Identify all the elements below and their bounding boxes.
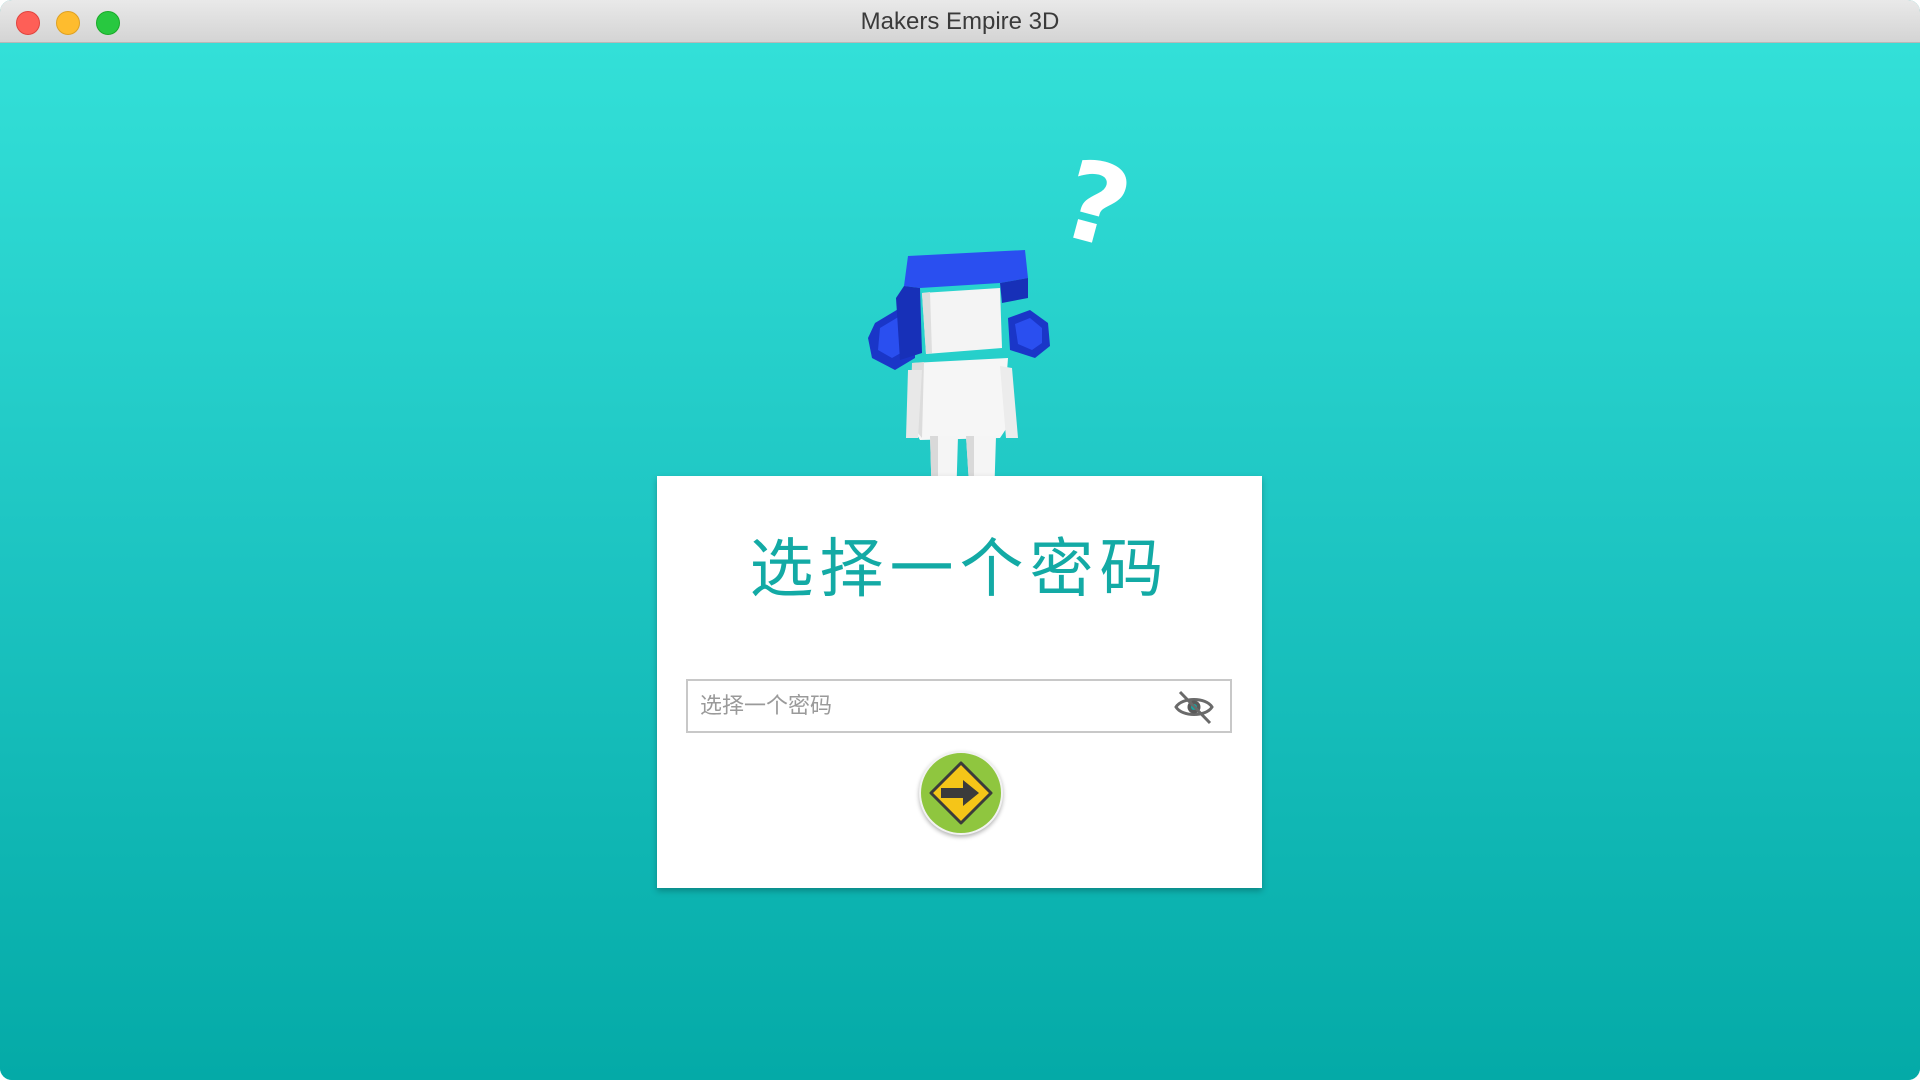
arrow-right-sign-icon bbox=[929, 761, 993, 825]
eye-slash-icon[interactable] bbox=[1172, 688, 1216, 726]
main-content: ? 选择一个密码 bbox=[0, 43, 1920, 1080]
password-input[interactable] bbox=[700, 681, 1140, 731]
password-field-wrapper bbox=[686, 679, 1232, 733]
password-card: 选择一个密码 bbox=[657, 476, 1262, 888]
confused-avatar-illustration: ? bbox=[868, 138, 1130, 503]
window-title: Makers Empire 3D bbox=[860, 8, 1060, 35]
card-heading: 选择一个密码 bbox=[749, 533, 1170, 607]
next-button[interactable] bbox=[919, 751, 1003, 835]
title-bar: Makers Empire 3D bbox=[0, 0, 1920, 43]
app-window: Makers Empire 3D ? 选择一个密码 bbox=[0, 0, 1920, 1080]
question-mark: ? bbox=[1048, 138, 1130, 274]
